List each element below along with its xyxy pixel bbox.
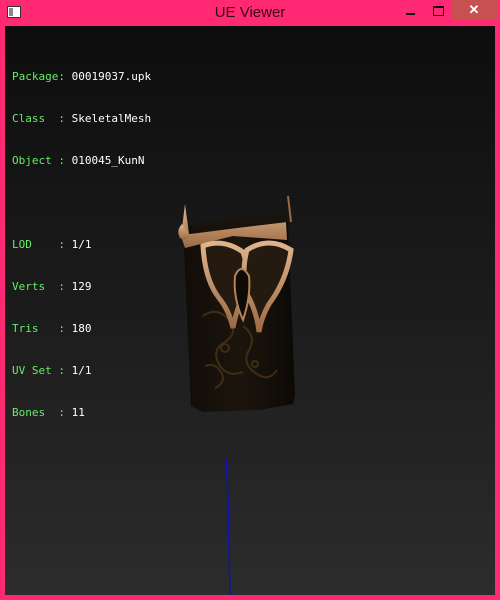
minimize-button[interactable] xyxy=(395,0,425,20)
side-strap xyxy=(287,195,292,223)
mesh-viewport[interactable]: Package: 00019037.upk Class : SkeletalMe… xyxy=(5,26,495,595)
title-bar[interactable]: UE Viewer ✕ xyxy=(0,0,500,26)
maximize-button[interactable] xyxy=(425,0,451,20)
close-icon: ✕ xyxy=(468,2,480,17)
app-window: UE Viewer ✕ Package: 00019037.upk Class … xyxy=(0,0,500,600)
minimize-icon xyxy=(405,12,415,15)
skeletal-mesh-render xyxy=(178,195,295,595)
close-button[interactable]: ✕ xyxy=(451,0,497,20)
axis-line xyxy=(225,457,231,595)
maximize-icon xyxy=(432,5,444,16)
